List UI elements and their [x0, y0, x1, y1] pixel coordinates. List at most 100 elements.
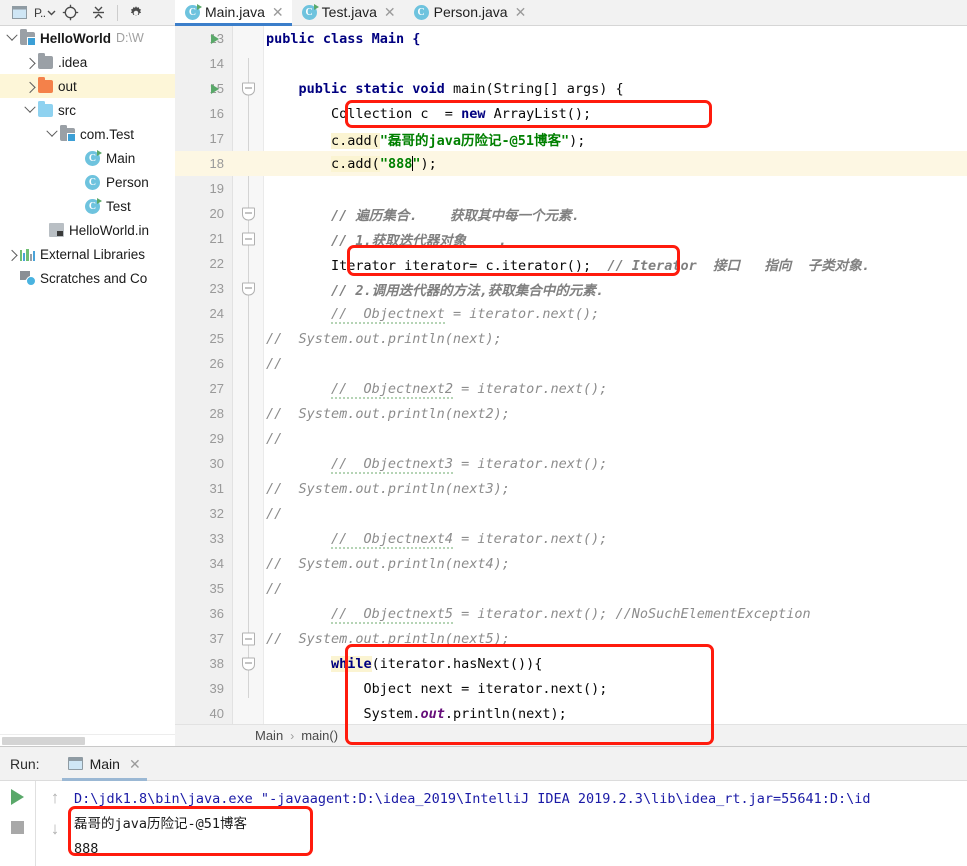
tree-node-out[interactable]: out	[0, 74, 175, 98]
breadcrumb-class[interactable]: Main	[255, 728, 283, 743]
fold-shield-icon[interactable]	[242, 657, 255, 670]
code-line[interactable]: 22 Iterator iterator= c.iterator(); // I…	[175, 251, 967, 276]
fold-minus-icon[interactable]	[242, 232, 255, 245]
chevron-right-icon[interactable]	[22, 81, 38, 94]
code-line[interactable]: 27 // Objectnext2 = iterator.next();	[175, 376, 967, 401]
tree-node-label: HelloWorld	[40, 30, 112, 46]
line-number: 18	[209, 156, 224, 171]
chevron-right-icon[interactable]	[22, 57, 38, 70]
tab-test-java[interactable]: C Test.java ✕	[291, 0, 404, 25]
tab-main-java[interactable]: C Main.java ✕	[175, 0, 292, 26]
iml-file-icon	[49, 223, 64, 237]
code-line[interactable]: 29 //	[175, 426, 967, 451]
code-line[interactable]: 15 public static void main(String[] args…	[175, 76, 967, 101]
code-line[interactable]: 31 // System.out.println(next3);	[175, 476, 967, 501]
tree-node-idea[interactable]: .idea	[0, 50, 175, 74]
code-line[interactable]: 21 // 1.获取迭代器对象 .	[175, 226, 967, 251]
breadcrumb[interactable]: Main › main()	[175, 724, 967, 746]
console-output[interactable]: D:\jdk1.8\bin\java.exe "-javaagent:D:\id…	[74, 781, 967, 866]
line-number: 32	[209, 506, 224, 521]
trailing-comment: // Iterator 接口 指向 子类对象.	[607, 257, 870, 274]
tree-node-label: Person	[106, 174, 149, 190]
code-line[interactable]: 40 System.out.println(next);	[175, 701, 967, 726]
close-icon[interactable]: ✕	[384, 5, 396, 19]
scroll-up-icon[interactable]: ↑	[51, 789, 60, 806]
code-line[interactable]: 24 // Objectnext = iterator.next();	[175, 301, 967, 326]
code-line[interactable]: 20 // 遍历集合. 获取其中每一个元素.	[175, 201, 967, 226]
fold-shield-icon[interactable]	[242, 282, 255, 295]
comment-rest: = iterator.next();	[444, 305, 600, 322]
tree-node-helloworld-iml[interactable]: HelloWorld.in	[0, 218, 175, 242]
line-number: 15	[209, 81, 224, 96]
close-icon[interactable]: ✕	[515, 5, 527, 19]
code-line[interactable]: 38 while(iterator.hasNext()){	[175, 651, 967, 676]
run-gutter-icon[interactable]	[211, 83, 219, 94]
tree-node-src[interactable]: src	[0, 98, 175, 122]
console-window-icon	[67, 757, 83, 770]
comment: // Objectnext3 = iterator.next();	[331, 455, 608, 474]
tree-node-external-libraries[interactable]: External Libraries	[0, 242, 175, 266]
chevron-down-icon[interactable]	[44, 125, 60, 138]
line-number: 30	[209, 456, 224, 471]
code-line[interactable]: 18 c.add("888");	[175, 151, 967, 176]
project-panel-title[interactable]: P..	[34, 6, 56, 20]
comment: //	[266, 430, 283, 447]
code-line[interactable]: 16 Collection c = new ArrayList();	[175, 101, 967, 126]
console-line: D:\jdk1.8\bin\java.exe "-javaagent:D:\id…	[74, 791, 871, 807]
locate-icon[interactable]	[58, 2, 84, 24]
code-line[interactable]: 30 // Objectnext3 = iterator.next();	[175, 451, 967, 476]
code-line[interactable]: 14	[175, 51, 967, 76]
tab-person-java[interactable]: C Person.java ✕	[403, 0, 535, 25]
tree-node-main[interactable]: C Main	[0, 146, 175, 170]
tree-node-com-test[interactable]: com.Test	[0, 122, 175, 146]
code-line[interactable]: 23 // 2.调用迭代器的方法,获取集合中的元素.	[175, 276, 967, 301]
tree-node-scratches[interactable]: Scratches and Co	[0, 266, 175, 290]
code-line[interactable]: 36 // Objectnext5 = iterator.next(); //N…	[175, 601, 967, 626]
tree-node-helloworld[interactable]: HelloWorld D:\W	[0, 26, 175, 50]
fold-shield-icon[interactable]	[242, 207, 255, 220]
comment: // System.out.println(next5);	[266, 630, 510, 647]
code-text: // 1.获取迭代器对象 .	[264, 229, 967, 249]
code-line[interactable]: 34 // System.out.println(next4);	[175, 551, 967, 576]
comment: // Objectnext = iterator.next();	[331, 305, 600, 324]
close-icon[interactable]: ✕	[272, 5, 284, 19]
code-line[interactable]: 33 // Objectnext4 = iterator.next();	[175, 526, 967, 551]
code-line[interactable]: 39 Object next = iterator.next();	[175, 676, 967, 701]
project-tree[interactable]: HelloWorld D:\W .idea out src com.Test C…	[0, 26, 175, 746]
collapse-all-icon[interactable]	[86, 2, 112, 24]
libraries-icon	[20, 248, 36, 261]
code-line[interactable]: 17 c.add("磊哥的java历险记-@51博客");	[175, 126, 967, 151]
stop-icon[interactable]	[11, 821, 24, 834]
code-line[interactable]: 26 //	[175, 351, 967, 376]
fold-shield-icon[interactable]	[242, 82, 255, 95]
scroll-down-icon[interactable]: ↓	[51, 820, 60, 837]
code-line[interactable]: 19	[175, 176, 967, 201]
code-editor[interactable]: 13 public class Main { 14 15 public stat…	[175, 26, 967, 746]
fold-minus-icon[interactable]	[242, 632, 255, 645]
project-view-icon[interactable]	[6, 2, 32, 24]
chevron-down-icon[interactable]	[4, 29, 20, 42]
line-number: 26	[209, 356, 224, 371]
run-configuration-tab[interactable]: Main ✕	[61, 746, 147, 781]
code-line[interactable]: 37 // System.out.println(next5);	[175, 626, 967, 651]
code-line[interactable]: 32 //	[175, 501, 967, 526]
run-gutter-icon[interactable]	[211, 33, 219, 44]
project-panel-toolbar: P..	[0, 0, 175, 26]
tree-node-person[interactable]: C Person	[0, 170, 175, 194]
close-icon[interactable]: ✕	[129, 757, 141, 771]
tree-node-label: External Libraries	[40, 246, 146, 262]
project-panel-horizontal-scrollbar[interactable]	[0, 734, 175, 746]
chevron-down-icon[interactable]	[22, 101, 38, 114]
code-line[interactable]: 35 //	[175, 576, 967, 601]
line-number: 28	[209, 406, 224, 421]
code-line[interactable]: 13 public class Main {	[175, 26, 967, 51]
scrollbar-thumb[interactable]	[2, 737, 85, 745]
code-line[interactable]: 28 // System.out.println(next2);	[175, 401, 967, 426]
java-class-runnable-icon: C	[85, 197, 102, 214]
chevron-right-icon[interactable]	[4, 249, 20, 262]
breadcrumb-method[interactable]: main()	[301, 728, 338, 743]
code-line[interactable]: 25 // System.out.println(next);	[175, 326, 967, 351]
tree-node-test[interactable]: C Test	[0, 194, 175, 218]
rerun-play-icon[interactable]	[11, 789, 24, 805]
settings-gear-icon[interactable]	[123, 2, 149, 24]
